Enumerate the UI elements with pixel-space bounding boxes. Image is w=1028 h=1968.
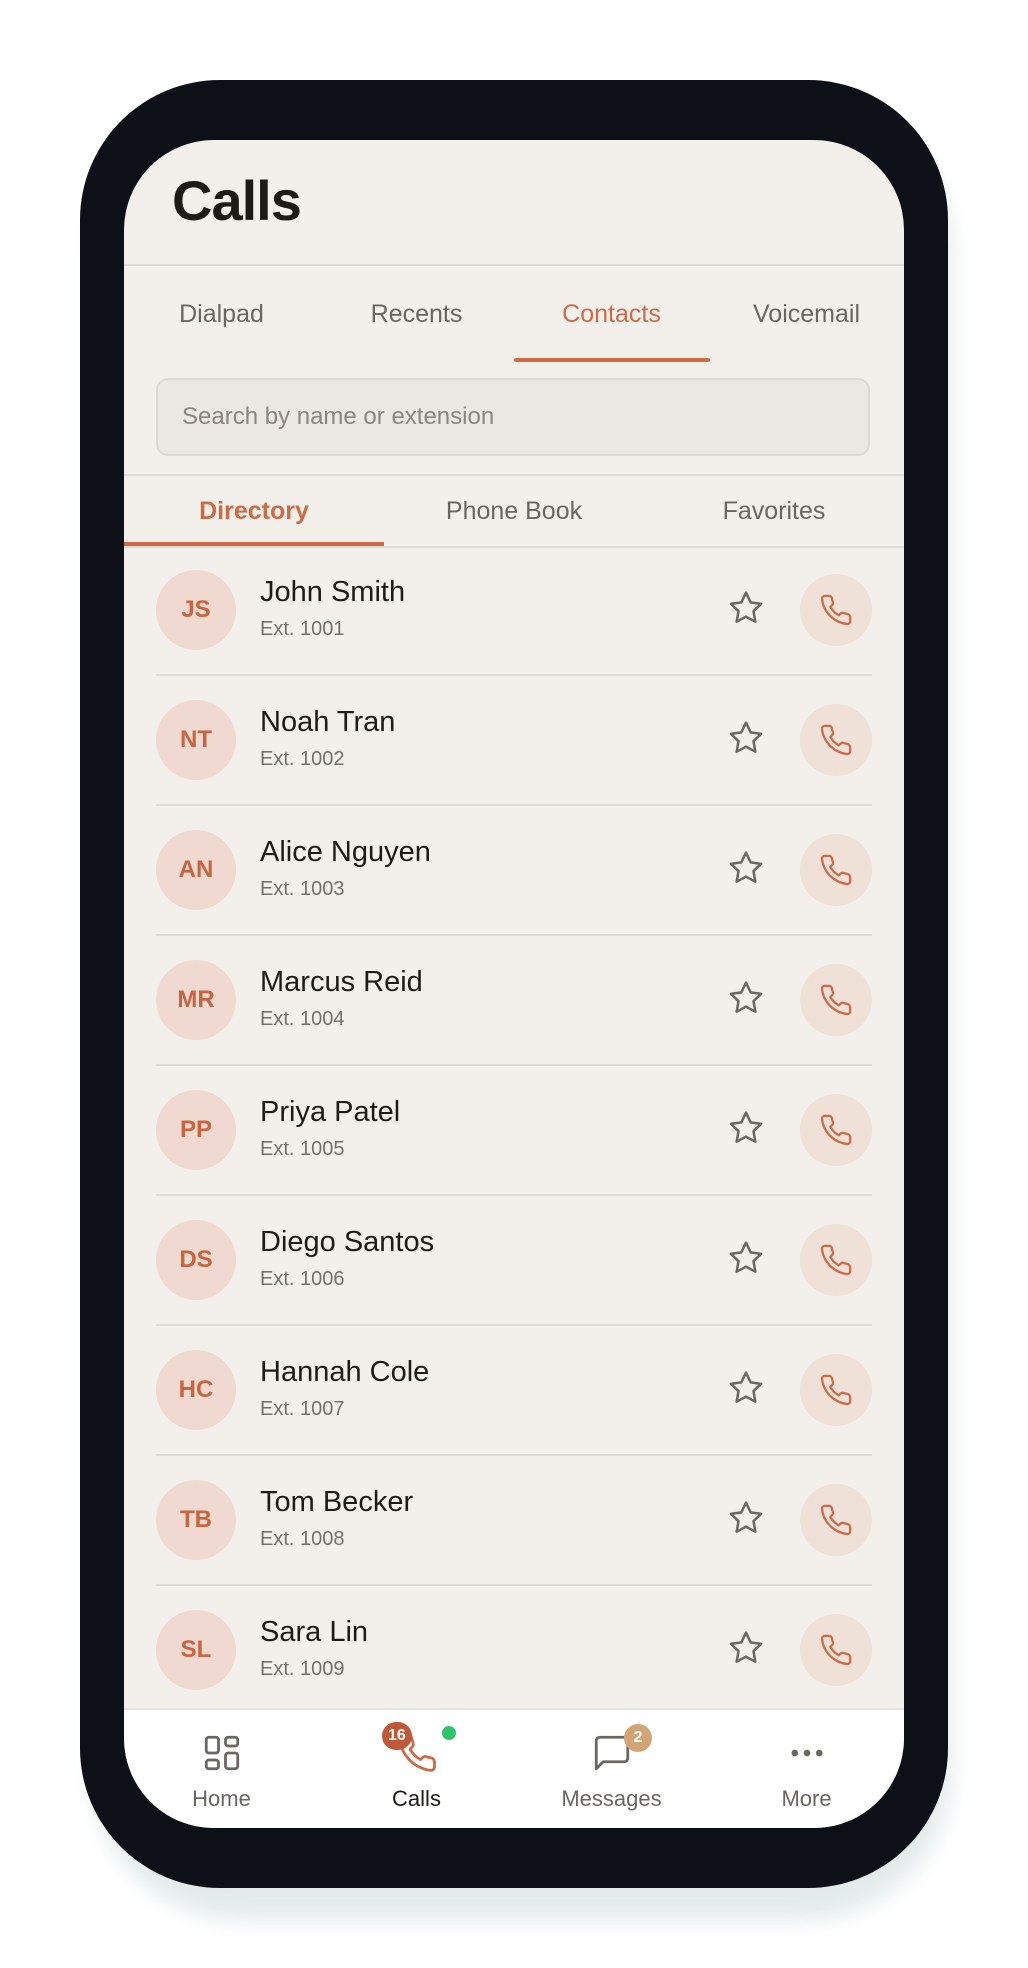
contact-list: JS John Smith Ext. 1001 NT Noah Tran Ext. 100… <box>124 546 904 1716</box>
contact-extension: Ext. 1002 <box>260 748 345 770</box>
bottom-nav: Home 16 Calls 2 Messages More <box>124 1708 904 1828</box>
call-button[interactable] <box>800 1224 872 1296</box>
calls-badge: 16 <box>382 1722 412 1750</box>
contact-row[interactable]: HC Hannah Cole Ext. 1007 <box>124 1326 904 1456</box>
favorite-star-icon[interactable] <box>726 718 766 758</box>
more-icon <box>791 1749 823 1757</box>
phone-icon <box>819 1113 853 1147</box>
nav-messages-label: Messages <box>561 1786 662 1811</box>
favorite-star-icon[interactable] <box>726 848 766 888</box>
nav-calls[interactable]: 16 Calls <box>319 1710 514 1828</box>
phone-icon <box>819 1503 853 1537</box>
page-title: Calls <box>172 169 302 232</box>
contact-row[interactable]: SL Sara Lin Ext. 1009 <box>124 1586 904 1716</box>
contact-name: Alice Nguyen <box>260 836 431 868</box>
contact-row[interactable]: TB Tom Becker Ext. 1008 <box>124 1456 904 1586</box>
avatar: JS <box>156 570 236 650</box>
contact-extension: Ext. 1006 <box>260 1268 345 1290</box>
subtab-directory[interactable]: Directory <box>124 476 384 546</box>
avatar: AN <box>156 830 236 910</box>
call-button[interactable] <box>800 704 872 776</box>
contact-name: Priya Patel <box>260 1096 401 1128</box>
search-input[interactable]: Search by name or extension <box>156 378 870 456</box>
contact-extension: Ext. 1007 <box>260 1398 345 1420</box>
phone-icon <box>819 1373 853 1407</box>
phone-icon <box>819 983 853 1017</box>
call-button[interactable] <box>800 574 872 646</box>
contact-row[interactable]: DS Diego Santos Ext. 1006 <box>124 1196 904 1326</box>
avatar: HC <box>156 1350 236 1430</box>
contact-name: Noah Tran <box>260 706 396 738</box>
contact-row[interactable]: MR Marcus Reid Ext. 1004 <box>124 936 904 1066</box>
tab-contacts[interactable]: Contacts <box>514 266 709 362</box>
active-tab-indicator <box>514 358 710 362</box>
phone-icon <box>819 723 853 757</box>
call-button[interactable] <box>800 1094 872 1166</box>
favorite-star-icon[interactable] <box>726 1368 766 1408</box>
favorite-star-icon[interactable] <box>726 1108 766 1148</box>
nav-messages[interactable]: 2 Messages <box>514 1710 709 1828</box>
nav-more-label: More <box>781 1786 832 1811</box>
call-button[interactable] <box>800 1354 872 1426</box>
grid-icon <box>204 1735 240 1771</box>
contact-extension: Ext. 1003 <box>260 878 345 900</box>
favorite-star-icon[interactable] <box>726 588 766 628</box>
nav-home-label: Home <box>192 1786 251 1811</box>
contact-name: Marcus Reid <box>260 966 423 998</box>
favorite-star-icon[interactable] <box>726 1498 766 1538</box>
call-button[interactable] <box>800 1614 872 1686</box>
contact-extension: Ext. 1008 <box>260 1528 345 1550</box>
favorite-star-icon[interactable] <box>726 1628 766 1668</box>
subtab-favorites[interactable]: Favorites <box>644 476 904 546</box>
nav-more[interactable]: More <box>709 1710 904 1828</box>
tab-voicemail[interactable]: Voicemail <box>709 266 904 362</box>
contact-name: John Smith <box>260 576 406 608</box>
contact-name: Hannah Cole <box>260 1356 430 1388</box>
tab-recents[interactable]: Recents <box>319 266 514 362</box>
tab-dialpad[interactable]: Dialpad <box>124 266 319 362</box>
avatar: TB <box>156 1480 236 1560</box>
app-screen: Calls Dialpad Recents Contacts Voicemail… <box>124 140 904 1828</box>
favorite-star-icon[interactable] <box>726 978 766 1018</box>
phone-icon <box>819 593 853 627</box>
avatar: SL <box>156 1610 236 1690</box>
contact-name: Sara Lin <box>260 1616 369 1648</box>
avatar: NT <box>156 700 236 780</box>
nav-home[interactable]: Home <box>124 1710 319 1828</box>
call-button[interactable] <box>800 964 872 1036</box>
contact-row[interactable]: AN Alice Nguyen Ext. 1003 <box>124 806 904 936</box>
nav-calls-label: Calls <box>392 1786 441 1811</box>
contact-row[interactable]: NT Noah Tran Ext. 1002 <box>124 676 904 806</box>
call-button[interactable] <box>800 834 872 906</box>
contact-extension: Ext. 1004 <box>260 1008 345 1030</box>
call-button[interactable] <box>800 1484 872 1556</box>
avatar: PP <box>156 1090 236 1170</box>
directory-subtabs: Directory Phone Book Favorites <box>124 474 904 548</box>
contact-name: Diego Santos <box>260 1226 435 1258</box>
avatar: DS <box>156 1220 236 1300</box>
contact-row[interactable]: PP Priya Patel Ext. 1005 <box>124 1066 904 1196</box>
phone-icon <box>819 1243 853 1277</box>
contact-name: Tom Becker <box>260 1486 414 1518</box>
contact-extension: Ext. 1005 <box>260 1138 345 1160</box>
top-tabs: Dialpad Recents Contacts Voicemail <box>124 266 904 362</box>
favorite-star-icon[interactable] <box>726 1238 766 1278</box>
header: Calls <box>124 140 904 266</box>
messages-badge: 2 <box>624 1724 652 1752</box>
presence-dot <box>442 1726 456 1740</box>
subtab-phone-book[interactable]: Phone Book <box>384 476 644 546</box>
contact-row[interactable]: JS John Smith Ext. 1001 <box>124 546 904 676</box>
phone-icon <box>819 1633 853 1667</box>
contact-extension: Ext. 1001 <box>260 618 345 640</box>
avatar: MR <box>156 960 236 1040</box>
contact-extension: Ext. 1009 <box>260 1658 345 1680</box>
phone-icon <box>819 853 853 887</box>
